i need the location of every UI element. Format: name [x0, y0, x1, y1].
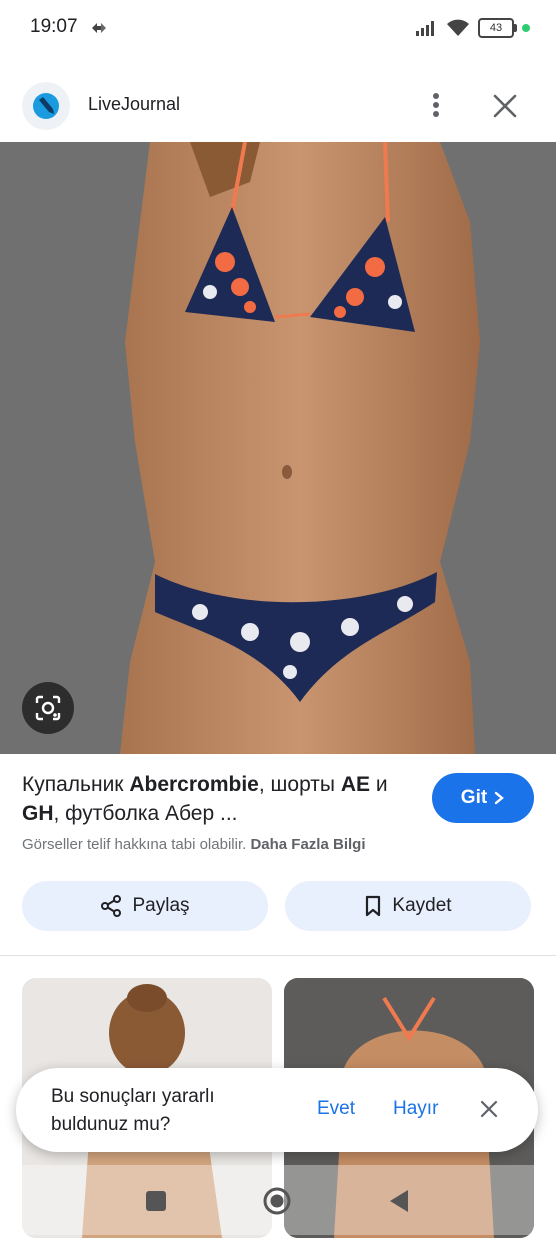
title-part-bold: Abercrombie [129, 773, 259, 796]
divider [0, 955, 556, 956]
source-header: LiveJournal [0, 64, 556, 144]
status-time: 19:07 [30, 16, 78, 37]
feedback-question: Bu sonuçları yararlı buldunuz mu? [51, 1086, 215, 1135]
share-icon [101, 895, 122, 917]
bookmark-icon [366, 895, 381, 917]
carrier-icon [92, 23, 106, 33]
title-part-bold: AE [340, 773, 371, 796]
battery-icon: 43 [478, 18, 517, 38]
source-name[interactable]: LiveJournal [88, 94, 180, 115]
save-label: Kaydet [392, 895, 452, 916]
recents-icon[interactable] [146, 1191, 166, 1211]
chevron-right-icon [494, 791, 505, 805]
home-icon[interactable] [263, 1187, 291, 1215]
livejournal-logo-icon[interactable] [22, 82, 70, 130]
back-icon[interactable] [386, 1188, 410, 1214]
title-part: , футболка Абер ... [53, 802, 238, 825]
result-title[interactable]: Купальник Abercrombie, шорты AE и GH, фу… [22, 770, 412, 828]
system-navigation-bar [0, 1165, 556, 1235]
main-result-image[interactable] [0, 142, 556, 754]
title-part-bold: GH [22, 802, 54, 825]
visit-button[interactable]: Git [432, 773, 534, 823]
share-label: Paylaş [132, 895, 190, 916]
feedback-close-icon[interactable] [480, 1100, 498, 1118]
share-button[interactable]: Paylaş [22, 881, 268, 931]
more-options-icon[interactable] [424, 90, 448, 120]
title-part: Купальник [22, 773, 130, 796]
feedback-prompt: Bu sonuçları yararlı buldunuz mu? Evet H… [16, 1068, 538, 1152]
status-icons: 43 [416, 16, 530, 40]
lens-search-button[interactable] [22, 682, 74, 734]
signal-icon [416, 21, 434, 36]
wifi-icon [447, 19, 469, 36]
title-part: и [370, 773, 388, 796]
feedback-yes-button[interactable]: Evet [317, 1098, 355, 1120]
lens-icon [35, 695, 61, 721]
privacy-indicator-icon [522, 24, 530, 32]
feedback-no-button[interactable]: Hayır [393, 1098, 438, 1120]
copyright-notice: Görseller telif hakkına tabi olabilir. D… [22, 836, 365, 853]
visit-label: Git [460, 787, 488, 808]
status-bar: 19:07 43 [0, 0, 556, 56]
title-part: , шорты [258, 773, 341, 796]
close-icon[interactable] [492, 93, 518, 119]
save-button[interactable]: Kaydet [285, 881, 531, 931]
more-info-link[interactable]: Daha Fazla Bilgi [250, 836, 365, 853]
copyright-text: Görseller telif hakkına tabi olabilir. [22, 836, 247, 853]
